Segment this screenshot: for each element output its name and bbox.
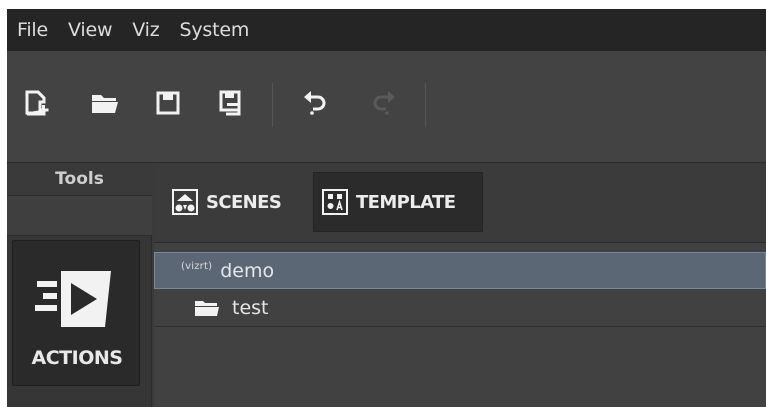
new-file-icon [25,90,49,116]
tools-title: Tools [7,164,152,196]
main-panel: SCENES TEMPLATE (vizrt) demo test [154,164,766,407]
menu-file[interactable]: File [17,19,48,41]
actions-icon [35,271,111,327]
tab-scenes[interactable]: SCENES [166,172,306,232]
tree-item-label: test [232,297,269,319]
menu-bar: File View Viz System [7,9,766,51]
menu-system[interactable]: System [180,19,250,41]
menu-viz[interactable]: Viz [132,19,159,41]
tools-panel: Tools ACTIONS [7,164,152,407]
actions-button[interactable]: ACTIONS [12,240,140,386]
save-button[interactable] [152,87,184,119]
open-button[interactable] [89,87,121,119]
save-as-button[interactable] [216,87,248,119]
tree-item-test[interactable]: test [154,290,766,327]
tab-bar: SCENES TEMPLATE [154,164,766,243]
scenes-icon [172,189,198,215]
undo-icon [304,91,326,115]
open-folder-icon [92,95,118,113]
actions-label: ACTIONS [31,347,123,369]
redo-button[interactable] [368,87,400,119]
tab-template-label: TEMPLATE [356,191,456,213]
save-icon [156,91,180,115]
tree-item-label: demo [220,259,275,282]
tab-template[interactable]: TEMPLATE [313,172,483,232]
undo-button[interactable] [299,87,331,119]
toolbar [7,51,766,163]
folder-icon [194,298,220,318]
redo-icon [373,91,395,115]
new-file-button[interactable] [20,87,52,119]
save-as-icon [219,90,241,116]
template-icon [322,189,348,215]
vizrt-prefix: (vizrt) [181,261,213,272]
tab-scenes-label: SCENES [206,191,282,213]
toolbar-separator [425,83,426,127]
toolbar-separator [272,83,273,127]
app-window: File View Viz System Tools ACTIONS SCENE… [7,9,766,407]
tools-band [7,196,152,236]
menu-view[interactable]: View [68,19,112,41]
tree-item-demo[interactable]: (vizrt) demo [154,252,766,289]
